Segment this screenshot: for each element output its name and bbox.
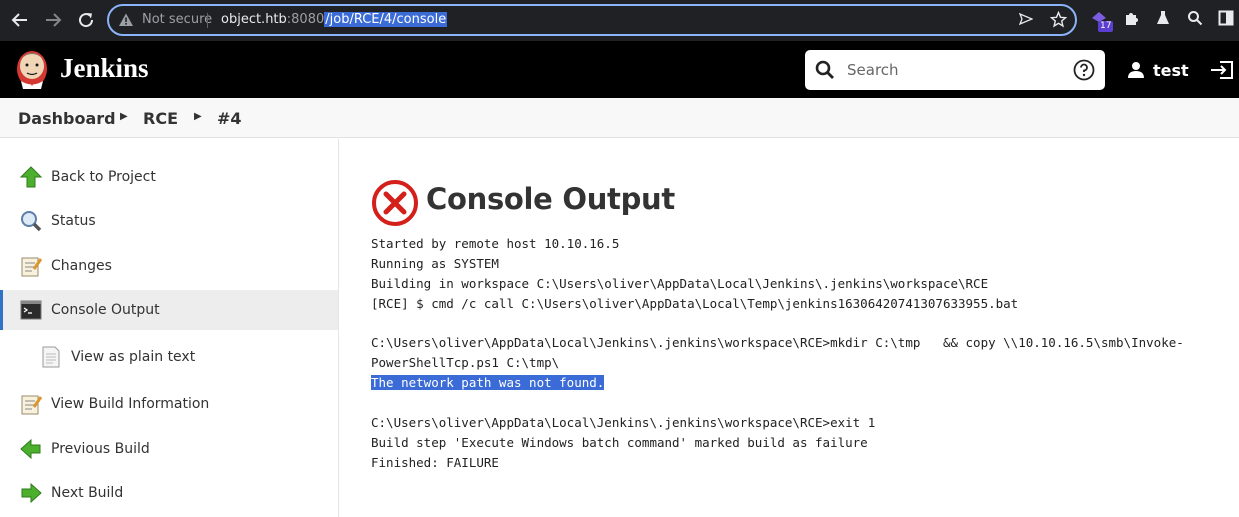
sidebar-item-label: Status xyxy=(51,213,96,229)
console-line: PowerShellTcp.ps1 C:\tmp\ xyxy=(371,355,560,371)
console-output: Started by remote host 10.10.16.5 Runnin… xyxy=(371,234,1239,473)
bookmark-star-icon[interactable] xyxy=(1049,10,1068,33)
console-line-highlighted: The network path was not found. xyxy=(371,375,605,391)
document-icon xyxy=(40,346,62,368)
breadcrumb-dashboard[interactable]: Dashboard xyxy=(18,109,116,128)
sidebar-item-status[interactable]: Status xyxy=(0,201,338,241)
console-line: C:\Users\oliver\AppData\Local\Jenkins\.j… xyxy=(371,335,1184,351)
forward-arrow-icon[interactable] xyxy=(41,8,65,32)
flask-icon[interactable] xyxy=(1155,10,1171,31)
right-arrow-icon xyxy=(20,482,42,504)
main-content: Console Output Started by remote host 10… xyxy=(340,139,1239,517)
sidebar-item-label: Back to Project xyxy=(51,169,156,185)
browser-toolbar: Not secure object.htb:8080/job/RCE/4/con… xyxy=(0,0,1239,41)
logout-icon[interactable] xyxy=(1210,60,1234,85)
reload-icon[interactable] xyxy=(74,8,98,32)
sidebar-item-view-plain-text[interactable]: View as plain text xyxy=(0,337,338,377)
console-line: Finished: FAILURE xyxy=(371,454,499,470)
app-title[interactable]: Jenkins xyxy=(60,53,149,84)
sidebar-item-label: Changes xyxy=(51,258,112,274)
search-input[interactable] xyxy=(847,50,1067,90)
zoom-icon[interactable] xyxy=(1187,10,1203,31)
terminal-icon xyxy=(20,299,42,321)
sidebar-item-changes[interactable]: Changes xyxy=(0,246,338,286)
console-line: Building in workspace C:\Users\oliver\Ap… xyxy=(371,275,989,291)
help-icon[interactable] xyxy=(1073,59,1095,86)
user-name-link[interactable]: test xyxy=(1153,61,1189,80)
console-line: Running as SYSTEM xyxy=(371,255,499,271)
back-arrow-icon[interactable] xyxy=(8,8,32,32)
console-line: Started by remote host 10.10.16.5 xyxy=(371,236,620,251)
jenkins-header: Jenkins test xyxy=(0,41,1239,98)
side-panel-icon[interactable] xyxy=(1218,10,1234,31)
extension-badge: 17 xyxy=(1098,21,1114,32)
address-bar[interactable]: Not secure object.htb:8080/job/RCE/4/con… xyxy=(107,4,1077,36)
sidebar-item-label: Next Build xyxy=(51,485,124,501)
search-icon xyxy=(815,60,835,85)
failure-icon xyxy=(371,179,419,232)
not-secure-label[interactable]: Not secure xyxy=(142,12,212,27)
breadcrumb-build[interactable]: #4 xyxy=(217,109,242,128)
url-text[interactable]: object.htb:8080/job/RCE/4/console xyxy=(221,12,448,27)
console-line: Build step 'Execute Windows batch comman… xyxy=(371,434,868,450)
puzzle-icon[interactable] xyxy=(1123,10,1139,31)
console-line: C:\Users\oliver\AppData\Local\Jenkins\.j… xyxy=(371,415,876,431)
sidebar-item-label: Previous Build xyxy=(51,441,150,457)
notepad-icon xyxy=(20,255,43,277)
send-tab-icon[interactable] xyxy=(1018,12,1034,31)
up-arrow-icon xyxy=(19,166,43,188)
left-arrow-icon xyxy=(20,438,42,460)
chevron-right-icon[interactable]: ▶ xyxy=(194,111,202,122)
page-title: Console Output xyxy=(426,182,675,216)
notepad-icon xyxy=(20,393,43,415)
chevron-right-icon[interactable]: ▶ xyxy=(120,111,128,122)
sidebar-item-back-to-project[interactable]: Back to Project xyxy=(0,157,338,197)
magnifier-icon xyxy=(20,210,42,232)
sidebar-item-view-build-information[interactable]: View Build Information xyxy=(0,384,338,424)
sidebar-item-console-output[interactable]: Console Output xyxy=(0,290,338,330)
divider xyxy=(207,13,208,28)
console-line: [RCE] $ cmd /c call C:\Users\oliver\AppD… xyxy=(371,295,1019,311)
warning-icon[interactable] xyxy=(118,12,134,33)
sidebar-item-label: Console Output xyxy=(51,302,160,318)
sidebar-item-label: View as plain text xyxy=(71,349,196,365)
breadcrumb-rce[interactable]: RCE xyxy=(143,109,178,128)
breadcrumb: Dashboard ▶ RCE ▶ #4 xyxy=(0,98,1239,138)
user-icon[interactable] xyxy=(1127,61,1145,84)
jenkins-logo-icon[interactable] xyxy=(15,48,49,90)
search-box[interactable] xyxy=(805,50,1105,90)
sidebar-item-next-build[interactable]: Next Build xyxy=(0,473,338,513)
sidebar: Back to Project Status Changes Console O… xyxy=(0,139,339,517)
sidebar-item-label: View Build Information xyxy=(51,396,210,412)
sidebar-item-previous-build[interactable]: Previous Build xyxy=(0,429,338,469)
